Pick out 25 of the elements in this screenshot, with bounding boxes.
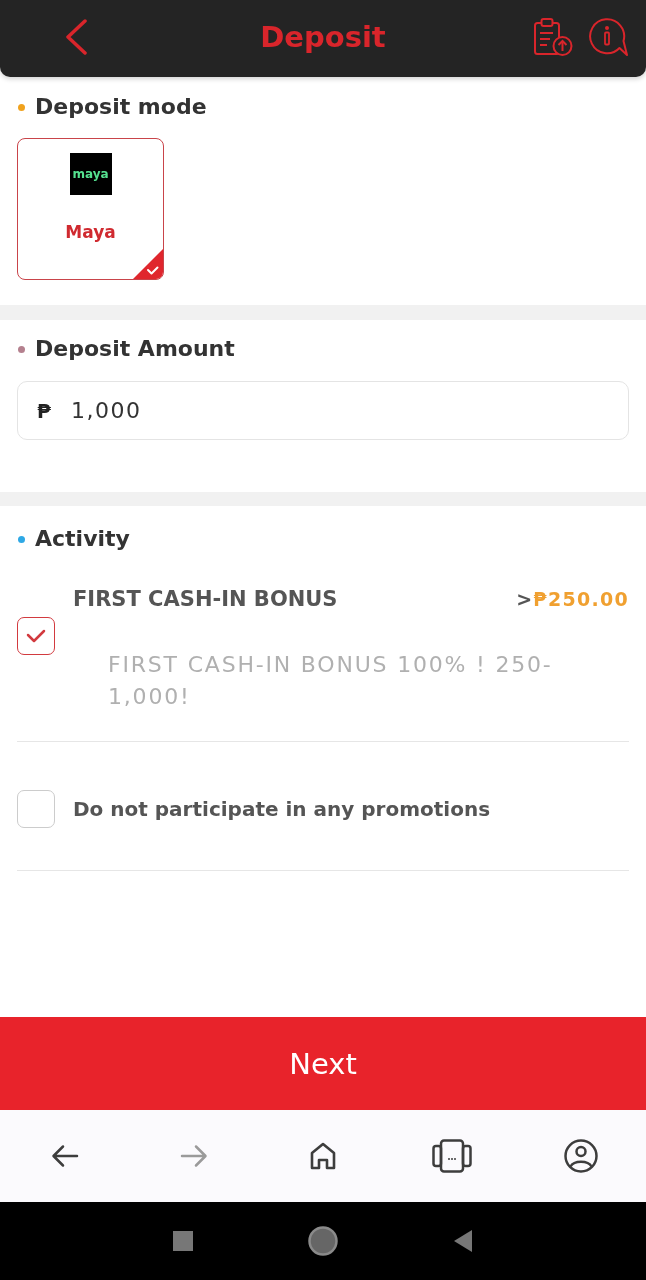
section-title: Deposit Amount <box>35 335 235 363</box>
tabs-icon[interactable] <box>432 1139 473 1173</box>
back-icon[interactable] <box>64 18 88 55</box>
option-label: Do not participate in any promotions <box>73 797 491 821</box>
wallet-logo: maya <box>69 153 112 195</box>
account-icon[interactable] <box>564 1139 599 1173</box>
section-title: Activity <box>35 525 130 553</box>
currency-symbol: ₱ <box>37 398 51 423</box>
checkbox[interactable] <box>17 617 55 655</box>
section-title: Deposit mode <box>35 93 207 121</box>
back-arrow-icon[interactable] <box>50 1144 79 1168</box>
info-icon[interactable] <box>588 16 628 57</box>
back-button-icon[interactable] <box>453 1230 473 1252</box>
page-title: Deposit <box>260 18 386 55</box>
check-icon <box>26 629 46 643</box>
home-button-icon[interactable] <box>308 1226 338 1256</box>
payment-method-card[interactable]: maya Maya <box>17 138 164 280</box>
home-icon[interactable] <box>309 1141 337 1171</box>
promo-title: FIRST CASH-IN BONUS <box>73 587 338 611</box>
promo-description: FIRST CASH-IN BONUS 100% ! 250-1,000! <box>108 651 553 711</box>
clipboard-upload-icon[interactable] <box>533 16 573 57</box>
amount-field[interactable]: ₱ 1,000 <box>17 381 629 440</box>
next-button[interactable]: Next <box>0 1017 646 1110</box>
selected-corner-icon <box>133 249 163 279</box>
bonus-amount: >₱250.00 <box>516 588 629 610</box>
